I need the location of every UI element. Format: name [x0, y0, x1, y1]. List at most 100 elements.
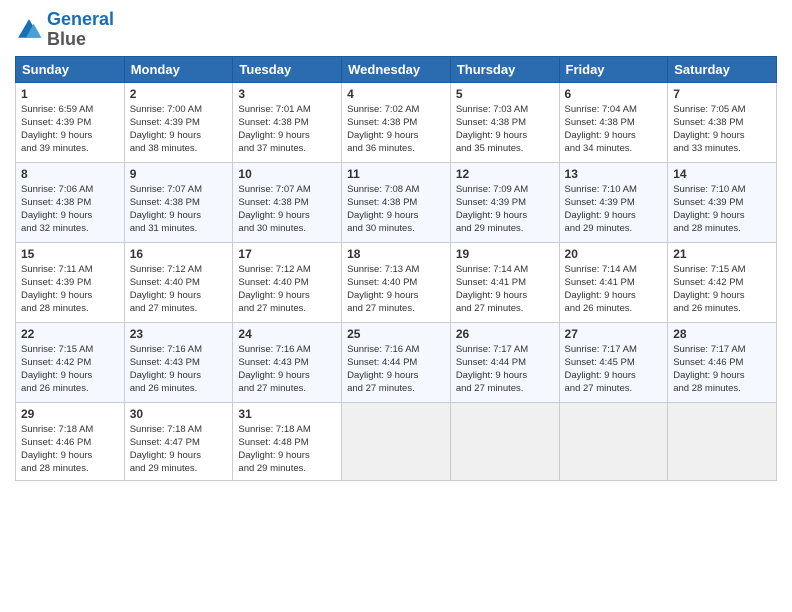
day-number: 11 [347, 167, 445, 181]
day-number: 30 [130, 407, 228, 421]
day-number: 3 [238, 87, 336, 101]
day-info: Sunrise: 7:05 AM Sunset: 4:38 PM Dayligh… [673, 103, 771, 156]
day-number: 9 [130, 167, 228, 181]
day-info: Sunrise: 7:12 AM Sunset: 4:40 PM Dayligh… [238, 263, 336, 316]
day-number: 12 [456, 167, 554, 181]
day-info: Sunrise: 7:01 AM Sunset: 4:38 PM Dayligh… [238, 103, 336, 156]
calendar-cell: 5 Sunrise: 7:03 AM Sunset: 4:38 PM Daylig… [450, 82, 559, 162]
calendar-cell: 21 Sunrise: 7:15 AM Sunset: 4:42 PM Dayli… [668, 242, 777, 322]
day-number: 21 [673, 247, 771, 261]
day-info: Sunrise: 6:59 AM Sunset: 4:39 PM Dayligh… [21, 103, 119, 156]
day-number: 5 [456, 87, 554, 101]
day-info: Sunrise: 7:17 AM Sunset: 4:44 PM Dayligh… [456, 343, 554, 396]
calendar-cell [668, 402, 777, 480]
day-number: 4 [347, 87, 445, 101]
day-info: Sunrise: 7:03 AM Sunset: 4:38 PM Dayligh… [456, 103, 554, 156]
day-number: 1 [21, 87, 119, 101]
day-info: Sunrise: 7:16 AM Sunset: 4:43 PM Dayligh… [238, 343, 336, 396]
calendar-cell: 8 Sunrise: 7:06 AM Sunset: 4:38 PM Daylig… [16, 162, 125, 242]
day-info: Sunrise: 7:07 AM Sunset: 4:38 PM Dayligh… [238, 183, 336, 236]
calendar-cell: 3 Sunrise: 7:01 AM Sunset: 4:38 PM Daylig… [233, 82, 342, 162]
calendar-header-monday: Monday [124, 56, 233, 82]
calendar-cell: 19 Sunrise: 7:14 AM Sunset: 4:41 PM Dayli… [450, 242, 559, 322]
day-info: Sunrise: 7:13 AM Sunset: 4:40 PM Dayligh… [347, 263, 445, 316]
calendar-cell: 12 Sunrise: 7:09 AM Sunset: 4:39 PM Dayli… [450, 162, 559, 242]
day-number: 16 [130, 247, 228, 261]
day-info: Sunrise: 7:17 AM Sunset: 4:45 PM Dayligh… [565, 343, 663, 396]
day-info: Sunrise: 7:07 AM Sunset: 4:38 PM Dayligh… [130, 183, 228, 236]
calendar-cell: 18 Sunrise: 7:13 AM Sunset: 4:40 PM Dayli… [342, 242, 451, 322]
page-container: GeneralBlue SundayMondayTuesdayWednesday… [0, 0, 792, 612]
calendar-cell: 28Sunrise: 7:17 AM Sunset: 4:46 PM Dayli… [668, 322, 777, 402]
day-number: 6 [565, 87, 663, 101]
calendar-cell: 27 Sunrise: 7:17 AM Sunset: 4:45 PM Dayli… [559, 322, 668, 402]
calendar-cell: 31 Sunrise: 7:18 AM Sunset: 4:48 PM Dayli… [233, 402, 342, 480]
calendar-cell: 17 Sunrise: 7:12 AM Sunset: 4:40 PM Dayli… [233, 242, 342, 322]
calendar-cell: 7 Sunrise: 7:05 AM Sunset: 4:38 PM Daylig… [668, 82, 777, 162]
calendar-cell: 25Sunrise: 7:16 AM Sunset: 4:44 PM Dayli… [342, 322, 451, 402]
day-number: 14 [673, 167, 771, 181]
calendar-cell: 30 Sunrise: 7:18 AM Sunset: 4:47 PM Dayli… [124, 402, 233, 480]
day-info: Sunrise: 7:18 AM Sunset: 4:48 PM Dayligh… [238, 423, 336, 476]
day-number: 19 [456, 247, 554, 261]
day-info: Sunrise: 7:14 AM Sunset: 4:41 PM Dayligh… [565, 263, 663, 316]
calendar-header-tuesday: Tuesday [233, 56, 342, 82]
calendar-cell [342, 402, 451, 480]
calendar-cell: 10Sunrise: 7:07 AM Sunset: 4:38 PM Dayli… [233, 162, 342, 242]
day-info: Sunrise: 7:12 AM Sunset: 4:40 PM Dayligh… [130, 263, 228, 316]
day-number: 22 [21, 327, 119, 341]
day-info: Sunrise: 7:04 AM Sunset: 4:38 PM Dayligh… [565, 103, 663, 156]
day-number: 13 [565, 167, 663, 181]
logo-text: GeneralBlue [47, 10, 114, 50]
day-number: 8 [21, 167, 119, 181]
day-number: 23 [130, 327, 228, 341]
calendar-header-saturday: Saturday [668, 56, 777, 82]
logo: GeneralBlue [15, 10, 114, 50]
calendar-cell: 22 Sunrise: 7:15 AM Sunset: 4:42 PM Dayli… [16, 322, 125, 402]
calendar-cell: 9 Sunrise: 7:07 AM Sunset: 4:38 PM Daylig… [124, 162, 233, 242]
day-info: Sunrise: 7:15 AM Sunset: 4:42 PM Dayligh… [21, 343, 119, 396]
calendar-cell: 16 Sunrise: 7:12 AM Sunset: 4:40 PM Dayli… [124, 242, 233, 322]
calendar-cell: 20 Sunrise: 7:14 AM Sunset: 4:41 PM Dayli… [559, 242, 668, 322]
day-info: Sunrise: 7:16 AM Sunset: 4:43 PM Dayligh… [130, 343, 228, 396]
calendar-cell: 15Sunrise: 7:11 AM Sunset: 4:39 PM Dayli… [16, 242, 125, 322]
day-number: 20 [565, 247, 663, 261]
calendar-cell: 29Sunrise: 7:18 AM Sunset: 4:46 PM Dayli… [16, 402, 125, 480]
day-info: Sunrise: 7:10 AM Sunset: 4:39 PM Dayligh… [565, 183, 663, 236]
day-number: 7 [673, 87, 771, 101]
day-number: 25 [347, 327, 445, 341]
calendar-header-thursday: Thursday [450, 56, 559, 82]
calendar-cell: 23 Sunrise: 7:16 AM Sunset: 4:43 PM Dayli… [124, 322, 233, 402]
day-info: Sunrise: 7:06 AM Sunset: 4:38 PM Dayligh… [21, 183, 119, 236]
calendar-cell: 24 Sunrise: 7:16 AM Sunset: 4:43 PM Dayli… [233, 322, 342, 402]
day-info: Sunrise: 7:18 AM Sunset: 4:46 PM Dayligh… [21, 423, 119, 476]
day-number: 26 [456, 327, 554, 341]
calendar-cell: 1 Sunrise: 6:59 AM Sunset: 4:39 PM Daylig… [16, 82, 125, 162]
day-number: 27 [565, 327, 663, 341]
day-number: 15 [21, 247, 119, 261]
day-info: Sunrise: 7:02 AM Sunset: 4:38 PM Dayligh… [347, 103, 445, 156]
day-info: Sunrise: 7:09 AM Sunset: 4:39 PM Dayligh… [456, 183, 554, 236]
day-info: Sunrise: 7:08 AM Sunset: 4:38 PM Dayligh… [347, 183, 445, 236]
calendar-cell: 4 Sunrise: 7:02 AM Sunset: 4:38 PM Daylig… [342, 82, 451, 162]
calendar-header-wednesday: Wednesday [342, 56, 451, 82]
calendar-header-sunday: Sunday [16, 56, 125, 82]
calendar-cell [450, 402, 559, 480]
day-info: Sunrise: 7:15 AM Sunset: 4:42 PM Dayligh… [673, 263, 771, 316]
day-info: Sunrise: 7:17 AM Sunset: 4:46 PM Dayligh… [673, 343, 771, 396]
day-number: 18 [347, 247, 445, 261]
calendar-cell: 2 Sunrise: 7:00 AM Sunset: 4:39 PM Daylig… [124, 82, 233, 162]
day-info: Sunrise: 7:14 AM Sunset: 4:41 PM Dayligh… [456, 263, 554, 316]
day-number: 24 [238, 327, 336, 341]
calendar-cell: 6 Sunrise: 7:04 AM Sunset: 4:38 PM Daylig… [559, 82, 668, 162]
day-number: 31 [238, 407, 336, 421]
day-number: 2 [130, 87, 228, 101]
day-info: Sunrise: 7:18 AM Sunset: 4:47 PM Dayligh… [130, 423, 228, 476]
day-number: 17 [238, 247, 336, 261]
calendar-cell: 13 Sunrise: 7:10 AM Sunset: 4:39 PM Dayli… [559, 162, 668, 242]
calendar-cell: 11 Sunrise: 7:08 AM Sunset: 4:38 PM Dayli… [342, 162, 451, 242]
calendar-cell [559, 402, 668, 480]
day-info: Sunrise: 7:00 AM Sunset: 4:39 PM Dayligh… [130, 103, 228, 156]
logo-icon [15, 16, 43, 44]
day-info: Sunrise: 7:10 AM Sunset: 4:39 PM Dayligh… [673, 183, 771, 236]
